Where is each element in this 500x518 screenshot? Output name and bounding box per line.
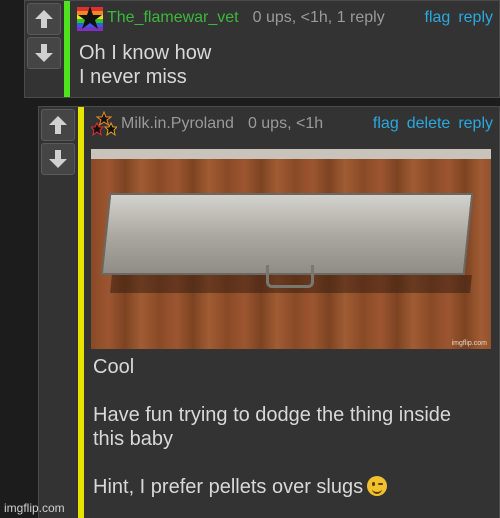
comment-header: The_flamewar_vet 0 ups, <1h, 1 reply fla…: [77, 1, 493, 35]
comment-line: Have fun trying to dodge the thing insid…: [93, 404, 452, 426]
delete-link[interactable]: delete: [407, 115, 451, 133]
photo-wall: [91, 149, 491, 159]
reply-link[interactable]: reply: [458, 115, 493, 133]
comment-2: Milk.in.Pyroland 0 ups, <1h flag delete …: [38, 106, 500, 518]
stars-avatar-icon[interactable]: [91, 111, 117, 137]
flag-link[interactable]: flag: [373, 115, 399, 133]
comment-accent-bar: [64, 1, 70, 97]
arrow-up-icon: [49, 116, 67, 134]
arrow-down-icon: [35, 44, 53, 62]
comment-line: Cool: [93, 356, 135, 378]
vote-controls: [39, 107, 77, 175]
upvote-button[interactable]: [27, 3, 61, 35]
comment-meta: 0 ups, <1h: [247, 115, 324, 132]
gun-case-photo[interactable]: imgflip.com: [91, 149, 491, 349]
flag-link[interactable]: flag: [425, 9, 451, 27]
comment-header: Milk.in.Pyroland 0 ups, <1h flag delete …: [91, 107, 493, 141]
winking-face-icon: [367, 476, 388, 496]
downvote-button[interactable]: [27, 37, 61, 69]
upvote-button[interactable]: [41, 109, 75, 141]
comment-text: Oh I know how I never miss: [77, 41, 493, 89]
comment-line: this baby: [93, 428, 174, 450]
reply-link[interactable]: reply: [458, 9, 493, 27]
aluminum-case: [100, 193, 474, 275]
comment-1: The_flamewar_vet 0 ups, <1h, 1 reply fla…: [24, 0, 500, 98]
downvote-button[interactable]: [41, 143, 75, 175]
comment-line: Oh I know how: [79, 42, 212, 64]
comment-text: Cool Have fun trying to dodge the thing …: [91, 355, 493, 499]
username-link[interactable]: The_flamewar_vet: [107, 9, 239, 27]
comment-line: I never miss: [79, 66, 187, 88]
arrow-up-icon: [35, 10, 53, 28]
image-watermark: imgflip.com: [451, 340, 487, 347]
comment-line: Hint, I prefer pellets over slugs: [93, 476, 364, 498]
avatar-icon[interactable]: [77, 5, 103, 31]
arrow-down-icon: [49, 150, 67, 168]
username-link[interactable]: Milk.in.Pyroland: [121, 115, 234, 133]
imgflip-watermark: imgflip.com: [4, 501, 65, 515]
comment-accent-bar: [78, 107, 84, 518]
case-handle: [266, 265, 314, 288]
comment-meta: 0 ups, <1h, 1 reply: [252, 9, 385, 26]
vote-controls: [25, 1, 63, 69]
